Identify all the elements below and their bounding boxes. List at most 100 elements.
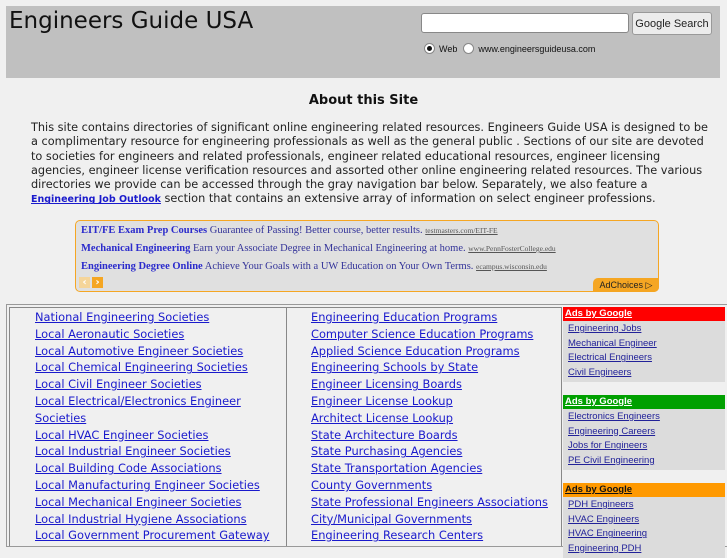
directory-item: Engineering Research Centers — [311, 527, 566, 544]
side-ad-item: Electronics Engineers — [568, 410, 725, 425]
directory-item: Local Industrial Hygiene Associations — [35, 511, 275, 528]
side-ad-item: Electrical Engineers — [568, 351, 725, 366]
side-ad-unit: Ads by Google Engineering Jobs Mechanical … — [563, 307, 725, 383]
directory-item: Local Manufacturing Engineer Societies — [35, 477, 275, 494]
side-ad-link[interactable]: HVAC Engineers — [568, 514, 639, 525]
ads-by-google-heading[interactable]: Ads by Google — [563, 483, 725, 497]
directory-item: City/Municipal Governments — [311, 511, 566, 528]
side-ad-item: Engineering Jobs — [568, 322, 725, 337]
side-ad-link[interactable]: HVAC Engineering — [568, 528, 647, 539]
directory-link[interactable]: Local HVAC Engineer Societies — [35, 428, 209, 442]
directory-link[interactable]: Local Aeronautic Societies — [35, 327, 184, 341]
ad-text: Achieve Your Goals with a UW Education o… — [204, 261, 474, 272]
ad-url[interactable]: ecampus.wisconsin.edu — [476, 262, 547, 271]
directory-link[interactable]: Local Electrical/Electronics Engineer So… — [35, 394, 241, 425]
directory-item: Local Government Procurement Gateway — [35, 527, 275, 544]
directory-item: Local Aeronautic Societies — [35, 326, 275, 343]
ad-url[interactable]: testmasters.com/EIT-FE — [425, 226, 497, 235]
directory-link[interactable]: Local Mechanical Engineer Societies — [35, 495, 241, 509]
side-ad-link[interactable]: Mechanical Engineer — [568, 338, 657, 349]
search-input[interactable] — [421, 13, 629, 33]
side-ad-item: Civil Engineers — [568, 366, 725, 381]
directory-item: Engineer Licensing Boards — [311, 376, 566, 393]
side-ad-item: Jobs for Engineers — [568, 439, 725, 454]
directory-link[interactable]: Local Government Procurement Gateway — [35, 528, 270, 542]
ad-item[interactable]: Engineering Degree Online Achieve Your G… — [81, 261, 547, 272]
directory-link[interactable]: State Transportation Agencies — [311, 461, 482, 475]
directory-link[interactable]: Engineering Schools by State — [311, 360, 478, 374]
side-ad-links: PDH Engineers HVAC Engineers HVAC Engineer… — [563, 497, 725, 558]
ad-title[interactable]: EIT/FE Exam Prep Courses — [81, 225, 207, 236]
radio-site-label: www.engineersguideusa.com — [478, 43, 596, 54]
side-ad-link[interactable]: Electronics Engineers — [568, 411, 660, 422]
ad-url[interactable]: www.PennFosterCollege.edu — [468, 244, 555, 253]
google-search-button[interactable]: Google Search — [632, 12, 712, 35]
directory-item: State Transportation Agencies — [311, 460, 566, 477]
directory-column-societies: National Engineering Societies Local Aer… — [9, 307, 287, 546]
ad-banner: EIT/FE Exam Prep Courses Guarantee of Pa… — [75, 220, 659, 292]
side-ad-links: Electronics Engineers Engineering Careers… — [563, 409, 725, 470]
directory-item: Local Civil Engineer Societies — [35, 376, 275, 393]
directory-link[interactable]: Engineer License Lookup — [311, 394, 453, 408]
directory-link[interactable]: Local Industrial Engineer Societies — [35, 444, 231, 458]
directory-link[interactable]: Local Civil Engineer Societies — [35, 377, 202, 391]
directory-link[interactable]: Local Industrial Hygiene Associations — [35, 512, 247, 526]
side-ad-link[interactable]: Engineering Jobs — [568, 323, 641, 334]
chevron-left-icon[interactable]: ‹ — [79, 277, 90, 288]
directory-link[interactable]: Local Chemical Engineering Societies — [35, 360, 248, 374]
header-bar: Engineers Guide USA Google Search Web ww… — [6, 6, 720, 78]
about-text: This site contains directories of signif… — [31, 121, 711, 208]
directory-item: Local Electrical/Electronics Engineer So… — [35, 393, 275, 427]
directory-column-education-licensing: Engineering Education Programs Computer S… — [286, 307, 562, 546]
directory-link[interactable]: Engineer Licensing Boards — [311, 377, 462, 391]
chevron-right-icon[interactable]: › — [92, 277, 103, 288]
side-ad-unit: Ads by Google PDH Engineers HVAC Engineers… — [563, 483, 725, 558]
side-ad-item: Mechanical Engineer — [568, 337, 725, 352]
directory-link[interactable]: State Purchasing Agencies — [311, 444, 462, 458]
side-ad-link[interactable]: Engineering Careers — [568, 426, 655, 437]
directory-link[interactable]: Architect License Lookup — [311, 411, 453, 425]
directory-item: Local HVAC Engineer Societies — [35, 427, 275, 444]
directory-link[interactable]: Computer Science Education Programs — [311, 327, 533, 341]
directory-item: Local Automotive Engineer Societies — [35, 343, 275, 360]
side-ad-link[interactable]: Civil Engineers — [568, 367, 631, 378]
directory-link[interactable]: Engineering Education Programs — [311, 310, 497, 324]
ad-title[interactable]: Mechanical Engineering — [81, 243, 190, 254]
directory-item: State Professional Engineers Association… — [311, 494, 566, 511]
about-text-part2: section that contains an extensive array… — [160, 192, 656, 206]
radio-web[interactable] — [424, 43, 435, 54]
adchoices-button[interactable]: AdChoices ▷ — [593, 278, 659, 292]
side-ad-link[interactable]: Jobs for Engineers — [568, 440, 647, 451]
directory-link[interactable]: County Governments — [311, 478, 432, 492]
directory-link[interactable]: City/Municipal Governments — [311, 512, 472, 526]
directory-link[interactable]: State Professional Engineers Association… — [311, 495, 548, 509]
directory-link[interactable]: Local Building Code Associations — [35, 461, 222, 475]
side-ad-link[interactable]: Engineering PDH — [568, 543, 641, 554]
radio-site[interactable] — [463, 43, 475, 54]
radio-web-label: Web — [439, 43, 458, 54]
directory-item: Engineering Education Programs — [311, 309, 566, 326]
ad-item[interactable]: EIT/FE Exam Prep Courses Guarantee of Pa… — [81, 225, 498, 236]
directory-item: Architect License Lookup — [311, 410, 566, 427]
ads-by-google-heading[interactable]: Ads by Google — [563, 307, 725, 321]
side-ad-link[interactable]: Electrical Engineers — [568, 352, 652, 363]
directory-link[interactable]: Local Automotive Engineer Societies — [35, 344, 243, 358]
directory-item: Local Chemical Engineering Societies — [35, 359, 275, 376]
ads-by-google-heading[interactable]: Ads by Google — [563, 395, 725, 409]
ad-text: Guarantee of Passing! Better course, bet… — [209, 225, 423, 236]
side-ad-item: HVAC Engineers — [568, 513, 725, 528]
ad-item[interactable]: Mechanical Engineering Earn your Associa… — [81, 243, 556, 254]
directory-link[interactable]: State Architecture Boards — [311, 428, 458, 442]
directory-link[interactable]: National Engineering Societies — [35, 310, 209, 324]
side-ad-link[interactable]: PDH Engineers — [568, 499, 633, 510]
societies-list: National Engineering Societies Local Aer… — [35, 309, 275, 544]
side-ad-item: Engineering Careers — [568, 425, 725, 440]
ad-title[interactable]: Engineering Degree Online — [81, 261, 203, 272]
directory-link[interactable]: Applied Science Education Programs — [311, 344, 520, 358]
directory-link[interactable]: Local Manufacturing Engineer Societies — [35, 478, 260, 492]
engineering-job-outlook-link[interactable]: Engineering Job Outlook — [31, 194, 161, 205]
side-ad-item: Engineering PDH — [568, 542, 725, 557]
directory-link[interactable]: Engineering Research Centers — [311, 528, 483, 542]
side-ad-link[interactable]: PE Civil Engineering — [568, 455, 655, 466]
ad-text: Earn your Associate Degree in Mechanical… — [193, 243, 466, 254]
